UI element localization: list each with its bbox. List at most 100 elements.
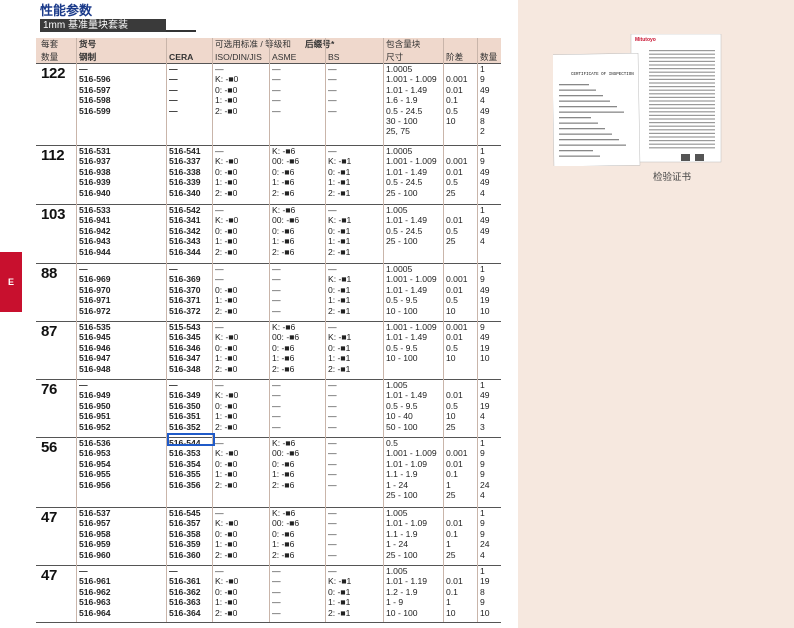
- cell-bs: 2: -■1: [328, 305, 351, 316]
- cell-asme: K: -■6: [272, 322, 296, 332]
- cell-asme: 2: -■6: [272, 549, 295, 560]
- cell-steel: 516-596: [79, 74, 111, 85]
- cell-count: 49: [480, 332, 490, 343]
- cell-asme: —: [272, 380, 281, 390]
- cell-step: 0.5: [446, 342, 458, 353]
- set-quantity: 87: [41, 323, 58, 340]
- cell-step: 10: [446, 607, 456, 618]
- cell-count: 1: [480, 264, 485, 274]
- cell-iso: —: [215, 264, 224, 274]
- cell-count: 19: [480, 295, 490, 306]
- cell-iso: —: [215, 64, 224, 74]
- cell-count: 3: [480, 421, 485, 432]
- section-tab[interactable]: E: [0, 252, 22, 312]
- cell-cera: 516-354: [169, 458, 201, 469]
- cell-count: 49: [480, 284, 490, 295]
- cell-iso: 1: -■0: [215, 469, 238, 480]
- header-included: 包含量块: [386, 39, 421, 49]
- cell-cera: 516-364: [169, 607, 201, 618]
- cell-asme: 0: -■6: [272, 458, 295, 469]
- cell-cera: —: [169, 105, 178, 116]
- cell-steel: 516-949: [79, 390, 111, 401]
- cell-size: 1 - 9: [386, 597, 404, 608]
- cell-step: 25: [446, 549, 456, 560]
- cell-iso: 1: -■0: [215, 597, 238, 608]
- column-divider: [76, 38, 77, 622]
- cell-steel: 516-537: [79, 508, 111, 518]
- cell-cera: 516-344: [169, 246, 201, 257]
- cell-bs: 1: -■1: [328, 236, 351, 247]
- cell-bs: 2: -■1: [328, 246, 351, 257]
- cell-asme: —: [272, 95, 281, 106]
- cell-asme: 2: -■6: [272, 246, 295, 257]
- set-quantity: 88: [41, 265, 58, 282]
- cell-cera: 516-348: [169, 363, 201, 374]
- cell-cera: 516-357: [169, 518, 201, 529]
- cell-iso: 2: -■0: [215, 607, 238, 618]
- cell-cera: 516-358: [169, 528, 201, 539]
- cell-iso: 0: -■0: [215, 284, 238, 295]
- cell-count: 49: [480, 177, 490, 188]
- cell-iso: —: [215, 322, 224, 332]
- cell-steel: 516-963: [79, 597, 111, 608]
- cell-size: 1.6 - 1.9: [386, 95, 418, 106]
- cell-steel: 516-958: [79, 528, 111, 539]
- cell-cera: 516-362: [169, 586, 201, 597]
- cell-iso: 0: -■0: [215, 458, 238, 469]
- cell-iso: 2: -■0: [215, 549, 238, 560]
- cell-asme: —: [272, 586, 281, 597]
- cell-iso: 0: -■0: [215, 342, 238, 353]
- cell-iso: —: [215, 380, 224, 390]
- cell-cera: —: [169, 84, 178, 95]
- cell-step: 0.001: [446, 274, 468, 285]
- cell-bs: —: [328, 469, 337, 480]
- cell-bs: 0: -■1: [328, 166, 351, 177]
- cell-step: 0.01: [446, 84, 463, 95]
- cell-size: 1.1 - 1.9: [386, 469, 418, 480]
- cell-step: 0.01: [446, 166, 463, 177]
- cell-bs: —: [328, 84, 337, 95]
- cell-count: 9: [480, 458, 485, 469]
- cell-asme: —: [272, 411, 281, 422]
- cell-step: 0.01: [446, 518, 463, 529]
- cell-step: 0.01: [446, 390, 463, 401]
- cell-asme: —: [272, 105, 281, 116]
- cell-steel: 516-969: [79, 274, 111, 285]
- cell-iso: 1: -■0: [215, 411, 238, 422]
- cell-asme: —: [272, 284, 281, 295]
- cell-count: 1: [480, 380, 485, 390]
- cell-count: 4: [480, 549, 485, 560]
- cell-iso: 2: -■0: [215, 305, 238, 316]
- cell-size: 1.1 - 1.9: [386, 528, 418, 539]
- cell-steel: 516-960: [79, 549, 111, 560]
- cell-bs: K: -■1: [328, 274, 352, 285]
- cell-count: 49: [480, 215, 490, 226]
- cell-asme: 2: -■6: [272, 479, 295, 490]
- cell-step: 1: [446, 539, 451, 550]
- cell-asme: 00: -■6: [272, 448, 300, 459]
- header-asterisk: *: [331, 39, 335, 49]
- set-quantity: 122: [41, 65, 66, 82]
- set-quantity: 47: [41, 567, 58, 584]
- cell-bs: —: [328, 528, 337, 539]
- cell-asme: —: [272, 400, 281, 411]
- cell-iso: K: -■0: [215, 332, 239, 343]
- cell-size: 1.001 - 1.009: [386, 74, 437, 85]
- certificate-image: Mitutoyo CERTIFICATE OF INSPECTION: [553, 34, 722, 166]
- cell-size: 0.5 - 24.5: [386, 225, 423, 236]
- cell-size: 0.5 - 24.5: [386, 105, 423, 116]
- cell-asme: 0: -■6: [272, 225, 295, 236]
- cell-steel: 516-597: [79, 84, 111, 95]
- cell-step: 0.1: [446, 469, 458, 480]
- cell-iso: K: -■0: [215, 390, 239, 401]
- cell-size: 1.005: [386, 508, 408, 518]
- cell-steel: 516-951: [79, 411, 111, 422]
- cell-iso: —: [215, 438, 224, 448]
- column-divider: [212, 38, 213, 622]
- cell-count: 10: [480, 607, 490, 618]
- cell-steel: 516-941: [79, 215, 111, 226]
- cell-asme: —: [272, 295, 281, 306]
- cell-bs: 0: -■1: [328, 586, 351, 597]
- header-col-1: 钢制: [79, 52, 97, 62]
- cell-size: 25 - 100: [386, 490, 418, 500]
